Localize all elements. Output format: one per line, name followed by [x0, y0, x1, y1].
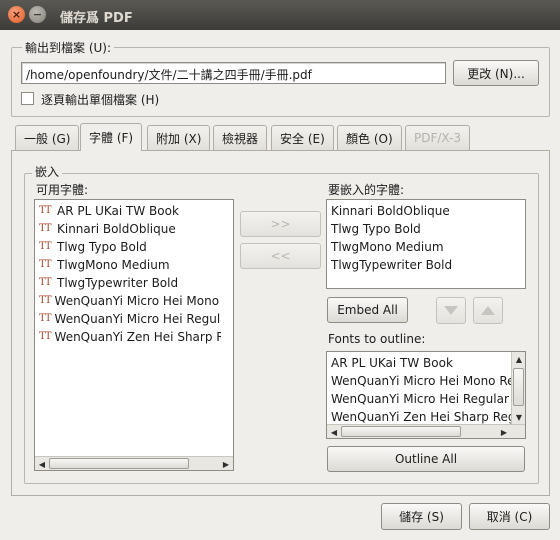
list-item[interactable]: TTWenQuanYi Zen Hei Sharp Regular	[35, 328, 221, 346]
scroll-down-icon[interactable]: ▼	[512, 410, 525, 424]
outline-fonts-hscrollbar[interactable]: ◀ ▶	[327, 424, 525, 438]
truetype-font-icon: TT	[39, 295, 51, 306]
outline-fonts-label: Fonts to outline:	[328, 332, 426, 346]
scroll-thumb[interactable]	[341, 426, 461, 437]
list-item[interactable]: Tlwg Typo Bold	[327, 220, 525, 238]
available-fonts-hscrollbar[interactable]: ◀ ▶	[35, 456, 233, 470]
scroll-up-icon[interactable]: ▲	[512, 352, 525, 366]
tab-general-label: 一般 (G)	[24, 131, 71, 146]
tab-fonts-label: 字體 (F)	[89, 131, 134, 145]
remove-font-button[interactable]: <<	[240, 243, 321, 269]
move-up-button[interactable]	[436, 297, 466, 324]
list-item[interactable]: WenQuanYi Micro Hei Mono Regular	[327, 372, 511, 390]
window-title: 儲存爲 PDF	[60, 11, 133, 26]
tab-colors-label: 顏色 (O)	[346, 131, 393, 146]
tab-extras[interactable]: 附加 (X)	[147, 125, 211, 150]
truetype-font-icon: TT	[39, 277, 52, 288]
available-fonts-label: 可用字體:	[36, 183, 89, 197]
font-name: WenQuanYi Micro Hei Regular	[331, 392, 509, 406]
font-name: WenQuanYi Micro Hei Regular	[54, 312, 221, 326]
truetype-font-icon: TT	[39, 205, 52, 216]
scroll-thumb[interactable]	[49, 458, 189, 469]
list-item[interactable]: TT Tlwg Typo Bold	[35, 238, 221, 256]
scroll-left-icon[interactable]: ◀	[35, 457, 49, 470]
embedded-fonts-list[interactable]: Kinnari BoldOblique Tlwg Typo Bold TlwgMon…	[326, 199, 526, 289]
scroll-right-icon[interactable]: ▶	[219, 457, 233, 470]
close-window-icon[interactable]: ×	[8, 6, 25, 23]
list-item[interactable]: TT Kinnari BoldOblique	[35, 220, 221, 238]
font-name: Kinnari BoldOblique	[57, 222, 176, 236]
font-name: Tlwg Typo Bold	[57, 240, 147, 254]
truetype-font-icon: TT	[39, 223, 52, 234]
tab-viewer-label: 檢視器	[222, 131, 259, 146]
truetype-font-icon: TT	[39, 259, 52, 270]
outline-fonts-vscrollbar[interactable]: ▲ ▼	[511, 352, 525, 424]
arrow-down-icon	[444, 306, 458, 315]
list-item[interactable]: Kinnari BoldOblique	[327, 202, 525, 220]
save-button[interactable]: 儲存 (S)	[381, 503, 462, 530]
list-item[interactable]: TT AR PL UKai TW Book	[35, 202, 221, 220]
font-name: Kinnari BoldOblique	[331, 204, 450, 218]
output-file-group-label: 輸出到檔案 (U):	[22, 39, 115, 56]
available-fonts-list[interactable]: TT AR PL UKai TW Book TT Kinnari BoldObliqu…	[34, 199, 234, 471]
cancel-button[interactable]: 取消 (C)	[469, 503, 550, 530]
output-path-field[interactable]: /home/openfoundry/文件/二十講之四手冊/手冊.pdf	[21, 62, 446, 84]
scroll-left-icon[interactable]: ◀	[327, 425, 341, 438]
list-item[interactable]: TlwgTypewriter Bold	[327, 256, 525, 274]
save-as-pdf-dialog: × − 儲存爲 PDF 輸出到檔案 (U): /home/openfoundry…	[0, 0, 560, 540]
list-item[interactable]: TT TlwgTypewriter Bold	[35, 274, 221, 292]
per-page-checkbox[interactable]	[21, 92, 34, 105]
outline-fonts-list[interactable]: AR PL UKai TW Book WenQuanYi Micro Hei Mo…	[326, 351, 526, 439]
font-name: AR PL UKai TW Book	[331, 356, 453, 370]
per-page-label: 逐頁輸出單個檔案 (H)	[41, 93, 160, 107]
font-name: Tlwg Typo Bold	[331, 222, 421, 236]
tab-fonts[interactable]: 字體 (F)	[80, 123, 143, 151]
font-name: TlwgTypewriter Bold	[57, 276, 179, 290]
truetype-font-icon: TT	[39, 241, 52, 252]
tab-pdfx3-label: PDF/X-3	[414, 131, 462, 145]
list-item[interactable]: AR PL UKai TW Book	[327, 354, 511, 372]
font-name: WenQuanYi Micro Hei Mono Regular	[331, 374, 511, 388]
add-font-button[interactable]: >>	[240, 211, 321, 237]
tab-colors[interactable]: 顏色 (O)	[337, 125, 402, 150]
scroll-right-icon[interactable]: ▶	[497, 425, 511, 438]
embed-group-label: 嵌入	[32, 163, 63, 180]
move-down-button[interactable]	[473, 297, 503, 324]
title-bar: × − 儲存爲 PDF	[0, 0, 560, 30]
font-name: TlwgTypewriter Bold	[331, 258, 453, 272]
scroll-thumb[interactable]	[513, 368, 524, 406]
embedded-fonts-label: 要嵌入的字體:	[328, 183, 405, 197]
tab-general[interactable]: 一般 (G)	[15, 125, 80, 150]
arrow-up-icon	[481, 306, 495, 315]
font-name: TlwgMono Medium	[331, 240, 444, 254]
list-item[interactable]: TlwgMono Medium	[327, 238, 525, 256]
truetype-font-icon: TT	[39, 331, 51, 342]
tab-pdfx3: PDF/X-3	[405, 125, 471, 150]
font-name: TlwgMono Medium	[57, 258, 170, 272]
outline-all-button[interactable]: Outline All	[327, 446, 525, 472]
embed-all-button[interactable]: Embed All	[327, 297, 408, 323]
tab-security-label: 安全 (E)	[280, 131, 325, 146]
font-name: WenQuanYi Zen Hei Sharp Regular	[54, 330, 221, 344]
tab-extras-label: 附加 (X)	[156, 131, 202, 146]
truetype-font-icon: TT	[39, 313, 51, 324]
tab-security[interactable]: 安全 (E)	[271, 125, 334, 150]
change-path-button[interactable]: 更改 (N)...	[453, 60, 539, 86]
list-item[interactable]: WenQuanYi Micro Hei Regular	[327, 390, 511, 408]
list-item[interactable]: TTWenQuanYi Micro Hei Mono Regular	[35, 292, 221, 310]
tab-viewer[interactable]: 檢視器	[213, 125, 268, 150]
list-item[interactable]: TT WenQuanYi Micro Hei Regular	[35, 310, 221, 328]
list-item[interactable]: TT TlwgMono Medium	[35, 256, 221, 274]
font-name: WenQuanYi Micro Hei Mono Regular	[54, 294, 221, 308]
minimize-window-icon[interactable]: −	[29, 6, 46, 23]
font-name: AR PL UKai TW Book	[57, 204, 179, 218]
